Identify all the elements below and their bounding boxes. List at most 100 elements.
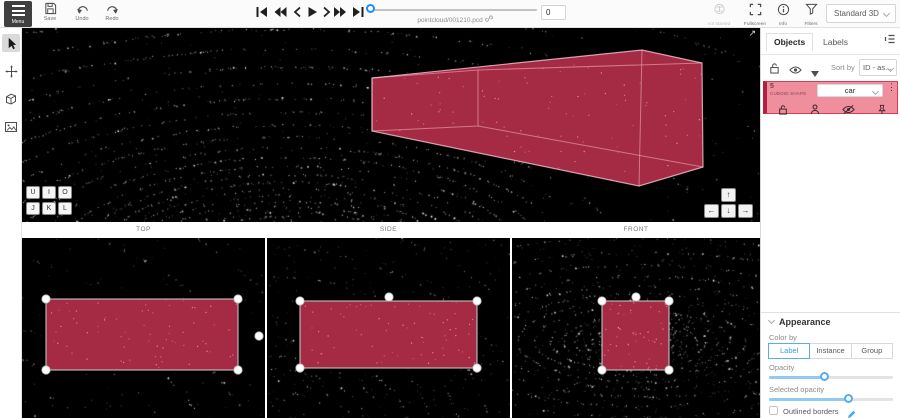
redo-button[interactable]: Redo bbox=[98, 2, 126, 22]
nav-down-button[interactable]: ↓ bbox=[721, 204, 736, 218]
lock-all-button[interactable] bbox=[769, 61, 780, 79]
edit-outline-color-button[interactable] bbox=[847, 406, 856, 418]
tab-labels[interactable]: Labels bbox=[823, 37, 848, 47]
tab-objects[interactable]: Objects bbox=[766, 33, 813, 51]
cursor-tool-button[interactable] bbox=[2, 34, 20, 52]
undo-button[interactable]: Undo bbox=[68, 2, 96, 22]
fullscreen-icon bbox=[749, 3, 762, 16]
appearance-panel: Appearance Color by Label Instance Group… bbox=[761, 312, 900, 418]
top-view-overlay bbox=[22, 238, 265, 418]
top-view[interactable] bbox=[22, 238, 265, 418]
lock-open-icon bbox=[778, 104, 788, 115]
hide-all-button[interactable] bbox=[789, 62, 802, 80]
sidebar-tabs: Objects Labels bbox=[761, 28, 900, 55]
appearance-header[interactable]: Appearance bbox=[769, 317, 831, 327]
cuboid-side-projection[interactable] bbox=[300, 301, 477, 368]
next-frame-icon bbox=[319, 5, 333, 19]
object-label-select[interactable]: car bbox=[817, 84, 883, 97]
selected-opacity-slider[interactable] bbox=[769, 395, 893, 404]
frame-slider-handle[interactable] bbox=[366, 4, 375, 13]
image-context-button[interactable] bbox=[2, 118, 20, 136]
front-view-label: FRONT bbox=[512, 226, 760, 233]
fullscreen-button[interactable]: Fullscreen bbox=[740, 3, 770, 27]
front-view[interactable] bbox=[512, 238, 760, 418]
annotation-app: Menu Save Undo Redo pointcloud/001210.pc… bbox=[0, 0, 900, 418]
objects-sidebar: Objects Labels Sort by ID - as... 5 bbox=[760, 28, 900, 418]
object-lock-button[interactable] bbox=[778, 102, 788, 113]
link-icon[interactable] bbox=[485, 15, 493, 23]
color-by-group-button[interactable]: Group bbox=[851, 343, 893, 359]
object-pin-button[interactable] bbox=[877, 102, 887, 113]
nav-left-button[interactable]: ← bbox=[704, 204, 719, 218]
ai-tools-button[interactable]: not started bbox=[704, 3, 734, 27]
expand-all-button[interactable] bbox=[811, 64, 819, 82]
brain-icon bbox=[713, 3, 726, 16]
filter-icon bbox=[805, 3, 818, 16]
controls-sidebar bbox=[0, 28, 22, 418]
save-icon bbox=[44, 2, 57, 15]
color-by-label: Color by bbox=[769, 333, 797, 342]
object-hide-button[interactable] bbox=[842, 102, 855, 113]
camera-key-o[interactable]: O bbox=[58, 186, 72, 199]
collapse-sidebar-icon bbox=[883, 32, 897, 46]
hamburger-icon bbox=[12, 5, 25, 7]
first-frame-button[interactable] bbox=[254, 5, 270, 20]
last-frame-button[interactable] bbox=[350, 5, 366, 20]
workspace-select[interactable]: Standard 3D bbox=[826, 4, 896, 23]
collapse-sidebar-button[interactable] bbox=[883, 32, 897, 46]
ortho-view-labels: TOP SIDE FRONT bbox=[22, 222, 760, 238]
info-icon bbox=[777, 3, 790, 16]
color-by-label-button[interactable]: Label bbox=[768, 343, 810, 359]
chevron-down-icon bbox=[768, 317, 775, 324]
rotation-handle[interactable] bbox=[632, 293, 640, 301]
backward-jump-icon bbox=[273, 5, 288, 19]
selected-opacity-slider-handle[interactable] bbox=[844, 394, 853, 403]
top-view-label: TOP bbox=[22, 226, 265, 233]
sort-select[interactable]: ID - as... bbox=[859, 59, 897, 76]
rotation-handle[interactable] bbox=[255, 332, 263, 340]
side-view[interactable] bbox=[267, 238, 510, 418]
object-menu-button[interactable]: ⋮ bbox=[887, 83, 896, 92]
resize-perspective-icon[interactable]: ↗ bbox=[748, 28, 756, 39]
save-button[interactable]: Save bbox=[36, 2, 64, 22]
opacity-slider-handle[interactable] bbox=[820, 372, 829, 381]
image-icon bbox=[4, 120, 18, 134]
frame-filename: pointcloud/001210.pcd bbox=[375, 15, 535, 24]
camera-key-u[interactable]: U bbox=[26, 186, 40, 199]
backward-jump-button[interactable] bbox=[272, 5, 288, 20]
cuboid-top-projection[interactable] bbox=[46, 299, 238, 370]
camera-key-j[interactable]: J bbox=[26, 202, 40, 215]
top-toolbar: Menu Save Undo Redo pointcloud/001210.pc… bbox=[0, 0, 900, 28]
perspective-view[interactable]: ↗ U I O J K L ↑ ← ↓ → bbox=[22, 28, 760, 222]
object-occluded-button[interactable] bbox=[810, 102, 820, 113]
last-frame-icon bbox=[351, 5, 365, 19]
cuboid-icon bbox=[4, 92, 18, 106]
draw-cuboid-button[interactable] bbox=[2, 90, 20, 108]
side-view-label: SIDE bbox=[267, 226, 510, 233]
object-shape-type: CUBOID SHAPE bbox=[770, 91, 806, 96]
nav-right-button[interactable]: → bbox=[738, 204, 753, 218]
move-tool-button[interactable] bbox=[2, 62, 20, 80]
filters-button[interactable]: Filters bbox=[796, 3, 826, 27]
color-by-segmented: Label Instance Group bbox=[769, 343, 893, 359]
color-by-instance-button[interactable]: Instance bbox=[809, 343, 851, 359]
object-item[interactable]: 5 CUBOID SHAPE car ⋮ bbox=[763, 81, 898, 114]
camera-key-i[interactable]: I bbox=[42, 186, 56, 199]
rotation-handle[interactable] bbox=[385, 293, 393, 301]
camera-key-k[interactable]: K bbox=[42, 202, 56, 215]
play-icon bbox=[305, 5, 319, 19]
opacity-slider[interactable] bbox=[769, 373, 893, 382]
object-id: 5 bbox=[770, 83, 774, 90]
redo-icon bbox=[106, 2, 119, 15]
frame-number-input[interactable] bbox=[541, 5, 566, 20]
camera-key-l[interactable]: L bbox=[58, 202, 72, 215]
forward-jump-button[interactable] bbox=[332, 5, 348, 20]
objects-controls-row: Sort by ID - as... bbox=[761, 55, 900, 80]
pencil-icon bbox=[847, 410, 856, 418]
nav-up-button[interactable]: ↑ bbox=[721, 188, 736, 202]
frame-slider[interactable] bbox=[371, 9, 537, 11]
outlined-borders-checkbox[interactable] bbox=[769, 406, 778, 415]
info-button[interactable]: Info bbox=[768, 3, 798, 27]
menu-button[interactable]: Menu bbox=[4, 1, 32, 27]
pin-icon bbox=[877, 104, 887, 115]
